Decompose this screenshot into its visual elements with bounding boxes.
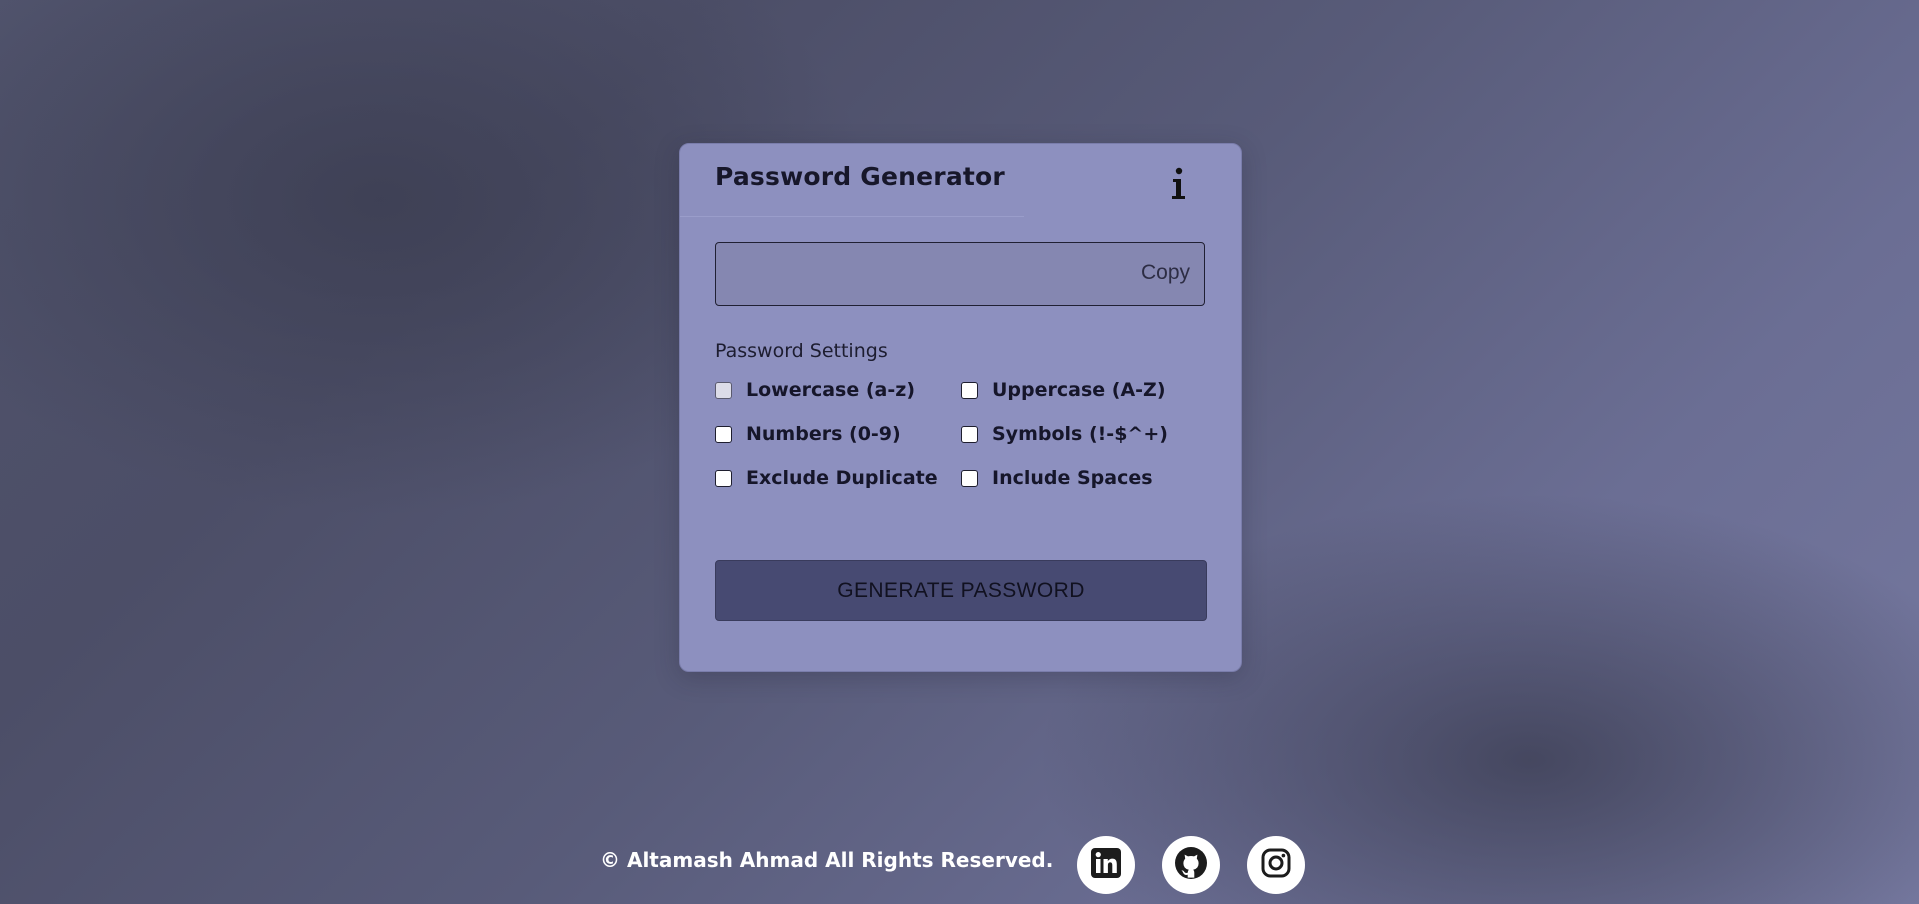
option-label: Include Spaces [992, 467, 1153, 489]
lowercase-checkbox[interactable] [715, 381, 732, 399]
github-icon [1174, 846, 1208, 884]
numbers-checkbox[interactable] [715, 425, 732, 443]
option-exclude-duplicate[interactable]: Exclude Duplicate [715, 464, 938, 492]
instagram-link[interactable] [1247, 836, 1305, 894]
header-divider [680, 216, 1024, 217]
footer-copyright: © Altamash Ahmad All Rights Reserved. [600, 848, 1054, 872]
github-link[interactable] [1162, 836, 1220, 894]
exclude-duplicate-checkbox[interactable] [715, 469, 732, 487]
option-uppercase[interactable]: Uppercase (A-Z) [961, 376, 1166, 404]
settings-title: Password Settings [715, 340, 888, 362]
option-lowercase[interactable]: Lowercase (a-z) [715, 376, 915, 404]
password-output-box: Copy [715, 242, 1205, 306]
copy-button[interactable]: Copy [1141, 261, 1190, 285]
linkedin-icon [1090, 847, 1122, 883]
uppercase-checkbox[interactable] [961, 381, 978, 399]
option-label: Uppercase (A-Z) [992, 379, 1166, 401]
option-label: Exclude Duplicate [746, 467, 938, 489]
password-output-field[interactable] [716, 243, 1116, 305]
option-label: Numbers (0-9) [746, 423, 901, 445]
linkedin-link[interactable] [1077, 836, 1135, 894]
info-icon[interactable] [1163, 164, 1195, 204]
option-numbers[interactable]: Numbers (0-9) [715, 420, 901, 448]
card-header: Password Generator [680, 144, 1241, 216]
include-spaces-checkbox[interactable] [961, 469, 978, 487]
page-title: Password Generator [715, 162, 1005, 191]
symbols-checkbox[interactable] [961, 425, 978, 443]
option-label: Lowercase (a-z) [746, 379, 915, 401]
generate-password-button[interactable]: GENERATE PASSWORD [715, 560, 1207, 621]
option-symbols[interactable]: Symbols (!-$^+) [961, 420, 1168, 448]
password-generator-card: Password Generator Copy Password Setting… [679, 143, 1242, 672]
option-include-spaces[interactable]: Include Spaces [961, 464, 1153, 492]
instagram-icon [1260, 847, 1292, 883]
option-label: Symbols (!-$^+) [992, 423, 1168, 445]
